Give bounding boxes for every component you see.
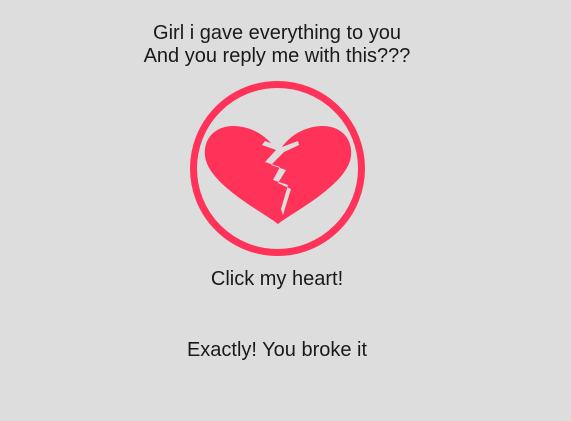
page: Girl i gave everything to you And you re…: [0, 0, 571, 421]
heart-button[interactable]: [190, 81, 365, 256]
broken-heart-icon: [190, 81, 365, 256]
message-line-2: And you reply me with this???: [143, 45, 411, 67]
message-line-1: Girl i gave everything to you: [153, 22, 401, 44]
click-prompt: Click my heart!: [210, 268, 344, 290]
result-message: Exactly! You broke it: [186, 339, 368, 361]
